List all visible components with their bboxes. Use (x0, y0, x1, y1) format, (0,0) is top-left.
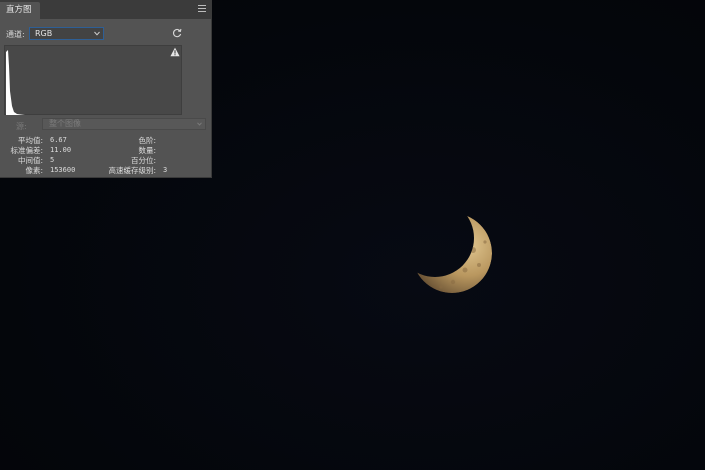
histogram-graph (6, 50, 181, 115)
menu-icon[interactable] (198, 5, 206, 13)
tab-histogram[interactable]: 直方图 (0, 2, 40, 19)
channel-label: 通道: (6, 30, 25, 39)
source-select[interactable]: 整个图像 (42, 118, 206, 130)
chevron-down-icon (94, 31, 100, 36)
channel-value: RGB (35, 29, 53, 38)
histogram-chart (4, 45, 182, 115)
panel-header: 直方图 (0, 0, 211, 19)
histogram-panel: 直方图 通道: RGB 源: 整个图像 平均值: 6.67 标准偏差: 11.0… (0, 0, 212, 178)
chevron-down-icon (197, 122, 202, 126)
mean-value: 6.67 (50, 136, 67, 144)
crescent-moon-image (412, 213, 492, 293)
pixels-value: 153600 (50, 166, 76, 174)
refresh-icon[interactable] (172, 28, 182, 38)
source-value: 整个图像 (49, 119, 81, 128)
stddev-value: 11.00 (50, 146, 72, 154)
median-value: 5 (50, 156, 55, 164)
cache-level-label: 高速缓存级别: (108, 166, 156, 175)
cache-level-value: 3 (163, 166, 168, 174)
pixels-label: 像素: (25, 166, 43, 175)
warning-icon[interactable] (170, 47, 180, 57)
channel-select[interactable]: RGB (29, 27, 104, 40)
source-label: 源: (16, 122, 27, 131)
